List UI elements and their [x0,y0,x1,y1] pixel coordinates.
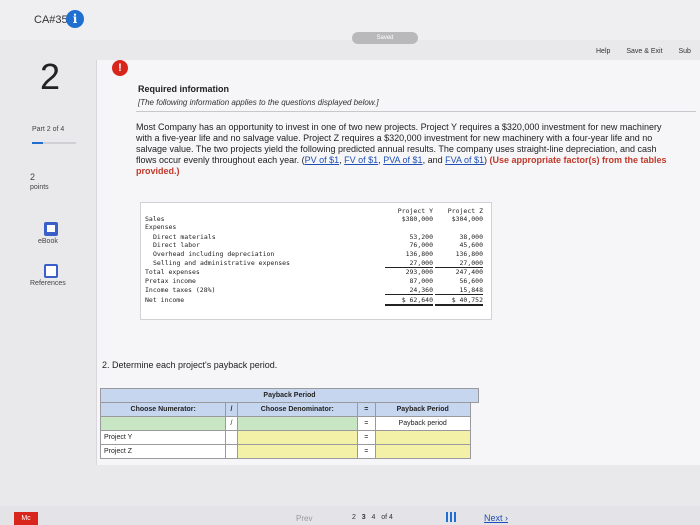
equals-cell-y: = [356,430,376,445]
divider [136,111,696,112]
part-label: Part 2 of 4 [32,126,65,133]
fva-link[interactable]: FVA of $1 [445,155,484,165]
fin-row: Overhead including depreciation 136,800 13… [153,250,483,258]
fin-row: Net income $ 62,640 $ 40,752 [145,296,483,306]
col-header-z: Project Z [447,207,483,215]
info-icon[interactable]: i [66,10,84,28]
fin-row: Sales $380,000 $304,000 [145,215,483,223]
payback-table: Payback Period Choose Numerator: / Choos… [99,388,479,459]
fv-link[interactable]: FV of $1 [344,155,378,165]
fin-row: Pretax income 87,000 56,600 [145,277,483,285]
equals-cell: = [356,416,376,431]
numerator-select[interactable] [99,416,227,431]
denominator-input-z[interactable] [236,444,358,459]
next-button[interactable]: Next › [484,513,508,523]
denominator-select[interactable] [236,416,358,431]
result-header: Payback Period [374,402,471,417]
financial-statement: Project Y Project Z Sales $380,000 $304,000… [140,202,492,320]
references-icon[interactable] [44,264,58,278]
page-next[interactable]: 4 [372,514,376,521]
page-prev[interactable]: 2 [352,514,356,521]
help-link[interactable]: Help [596,48,610,55]
equals-cell-z: = [356,444,376,459]
points-value: 2 [30,172,36,182]
col-header-y: Project Y [397,207,433,215]
top-bar [0,0,700,40]
points-label: points [30,184,49,191]
next-label: Next [484,513,503,523]
fin-row: Expenses [145,223,177,231]
result-subheader: Payback period [374,416,471,431]
part-progress-fill [32,142,43,144]
fin-row: Selling and administrative expenses 27,00… [153,259,483,268]
fin-row: Income taxes (28%) 24,360 15,848 [145,286,483,295]
slash-header: / [225,402,238,417]
question-number: 2 [40,56,61,97]
row-label-z: Project Z [99,444,227,459]
references-label[interactable]: References [30,280,66,287]
denominator-header: Choose Denominator: [236,402,358,417]
pva-link[interactable]: PVA of $1 [383,155,422,165]
saved-indicator: Saved [352,32,418,44]
denominator-input-y[interactable] [236,430,358,445]
slash-cell-z [225,444,238,459]
slash-cell-y [225,430,238,445]
row-label-y: Project Y [99,430,227,445]
top-links: Help Save & Exit Sub [596,48,700,55]
alert-icon: ! [112,60,128,76]
grid-icon[interactable] [446,512,456,522]
part-progress-bar [32,142,76,144]
required-info-note: [The following information applies to th… [138,98,379,107]
equals-header: = [356,402,376,417]
pv-link[interactable]: PV of $1 [305,155,340,165]
ebook-icon[interactable] [44,222,58,236]
prev-button[interactable]: Prev [296,514,312,523]
page-current[interactable]: 3 [362,514,366,521]
fin-row: Total expenses 293,000 247,400 [145,268,483,276]
assignment-title: CA#35 [34,14,68,26]
ebook-label[interactable]: eBook [38,238,58,245]
slash-cell: / [225,416,238,431]
result-input-z[interactable] [374,444,471,459]
required-info-heading: Required information [138,84,230,94]
numerator-header: Choose Numerator: [99,402,227,417]
payback-table-title: Payback Period [100,388,479,403]
mcgraw-logo: Mc [14,512,38,525]
pager: 2 3 4 of 4 [352,514,393,521]
bottom-bar [0,506,700,525]
question-prompt: 2. Determine each project's payback peri… [102,360,278,370]
and-text: and [427,155,443,165]
fin-row: Direct materials 53,200 38,000 [153,233,483,241]
fin-row: Direct labor 76,000 45,600 [153,241,483,249]
save-exit-link[interactable]: Save & Exit [626,48,662,55]
submit-link[interactable]: Sub [679,48,691,55]
problem-paragraph: Most Company has an opportunity to inves… [136,122,667,176]
result-input-y[interactable] [374,430,471,445]
page-total: of 4 [381,514,393,521]
